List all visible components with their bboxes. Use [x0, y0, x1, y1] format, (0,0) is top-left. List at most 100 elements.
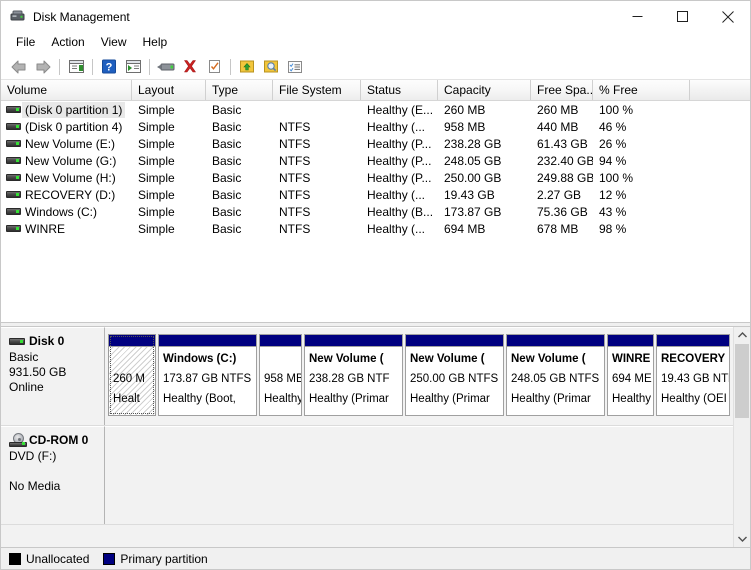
cell-type: Basic — [206, 102, 273, 118]
cell-capacity: 260 MB — [438, 102, 531, 118]
cell-volume: Windows (C:) — [1, 204, 132, 220]
partition-block[interactable]: New Volume (248.05 GB NTFSHealthy (Prima… — [506, 334, 605, 416]
list-view-icon[interactable] — [283, 56, 307, 78]
partition-block[interactable]: RECOVERY 19.43 GB NTlHealthy (OEI — [656, 334, 730, 416]
partition-block[interactable]: New Volume (238.28 GB NTFHealthy (Primar — [304, 334, 403, 416]
disk-type: DVD (F:) — [9, 449, 104, 464]
delete-volume-icon[interactable] — [178, 56, 202, 78]
cell-capacity: 19.43 GB — [438, 187, 531, 203]
column-header-capacity[interactable]: Capacity — [438, 80, 531, 100]
graphical-view-scroll-area: Disk 0Basic931.50 GBOnline 260 MHealtWin… — [1, 327, 733, 547]
table-row[interactable]: Windows (C:)SimpleBasicNTFSHealthy (B...… — [1, 203, 750, 220]
menu-help[interactable]: Help — [135, 33, 176, 53]
partition-block[interactable]: Windows (C:)173.87 GB NTFSHealthy (Boot, — [158, 334, 257, 416]
cell-file-system: NTFS — [273, 221, 361, 237]
partition-block[interactable]: 260 MHealt — [108, 334, 156, 416]
cell-type: Basic — [206, 221, 273, 237]
disk-info-panel[interactable]: Disk 0Basic931.50 GBOnline — [1, 327, 105, 425]
cell-free-space: 75.36 GB — [531, 204, 593, 220]
column-header-type[interactable]: Type — [206, 80, 273, 100]
table-row[interactable]: New Volume (H:)SimpleBasicNTFSHealthy (P… — [1, 169, 750, 186]
hard-disk-icon — [6, 206, 21, 217]
empty-partition-strip — [105, 426, 733, 524]
graphical-view-pane: Disk 0Basic931.50 GBOnline 260 MHealtWin… — [1, 327, 750, 547]
column-header-volume[interactable]: Volume — [1, 80, 132, 100]
toolbar: ? — [1, 54, 750, 80]
cell-file-system: NTFS — [273, 204, 361, 220]
hard-disk-icon — [6, 155, 21, 166]
legend-swatch-primary-partition — [103, 553, 115, 565]
partition-block[interactable]: WINRE694 MEHealthy — [607, 334, 654, 416]
hard-disk-icon — [6, 121, 21, 132]
column-header-free-space[interactable]: Free Spa... — [531, 80, 593, 100]
partition-color-bar — [109, 335, 155, 347]
svg-text:?: ? — [106, 62, 113, 74]
show-hide-console-tree-icon[interactable] — [64, 56, 88, 78]
extend-volume-icon[interactable] — [235, 56, 259, 78]
cell-volume: (Disk 0 partition 4) — [1, 119, 132, 135]
cell-layout: Simple — [132, 136, 206, 152]
close-button[interactable] — [705, 1, 750, 32]
cell-status: Healthy (... — [361, 187, 438, 203]
table-row[interactable]: (Disk 0 partition 4)SimpleBasicNTFSHealt… — [1, 118, 750, 135]
hard-disk-icon — [6, 189, 21, 200]
cell-free-space: 61.43 GB — [531, 136, 593, 152]
partition-name: WINRE — [608, 347, 653, 367]
toolbar-separator — [92, 59, 93, 75]
column-header-file-system[interactable]: File System — [273, 80, 361, 100]
rescan-disks-icon[interactable] — [154, 56, 178, 78]
disk-info-panel[interactable]: CD-ROM 0DVD (F:) No Media — [1, 426, 105, 524]
table-row[interactable]: New Volume (E:)SimpleBasicNTFSHealthy (P… — [1, 135, 750, 152]
table-row[interactable]: RECOVERY (D:)SimpleBasicNTFSHealthy (...… — [1, 186, 750, 203]
partition-block[interactable]: 958 MBHealthy — [259, 334, 302, 416]
table-row[interactable]: New Volume (G:)SimpleBasicNTFSHealthy (P… — [1, 152, 750, 169]
cell-type: Basic — [206, 119, 273, 135]
column-header-layout[interactable]: Layout — [132, 80, 206, 100]
minimize-button[interactable] — [615, 1, 660, 32]
partition-status: Healt — [109, 387, 155, 407]
partition-name: RECOVERY — [657, 347, 729, 367]
partition-block[interactable]: New Volume (250.00 GB NTFSHealthy (Prima… — [405, 334, 504, 416]
volume-name: New Volume (H:) — [21, 170, 116, 186]
volume-name: (Disk 0 partition 4) — [21, 119, 122, 135]
partition-size: 173.87 GB NTFS — [159, 367, 256, 387]
maximize-button[interactable] — [660, 1, 705, 32]
cell-capacity: 250.00 GB — [438, 170, 531, 186]
back-icon[interactable] — [7, 56, 31, 78]
cell-type: Basic — [206, 170, 273, 186]
properties-icon[interactable] — [202, 56, 226, 78]
graphical-view-scrollbar[interactable] — [733, 327, 750, 547]
disk-management-window: Disk Management File Action View Help — [0, 0, 751, 570]
column-header-percent-free[interactable]: % Free — [593, 80, 690, 100]
table-row[interactable]: WINRESimpleBasicNTFSHealthy (...694 MB67… — [1, 220, 750, 237]
cell-file-system: NTFS — [273, 136, 361, 152]
cell-status: Healthy (P... — [361, 153, 438, 169]
cell-percent-free: 12 % — [593, 187, 690, 203]
cell-status: Healthy (B... — [361, 204, 438, 220]
legend-item-primary-partition: Primary partition — [103, 552, 207, 566]
disk-name: CD-ROM 0 — [29, 433, 88, 447]
table-row[interactable]: (Disk 0 partition 1)SimpleBasicHealthy (… — [1, 101, 750, 118]
cell-layout: Simple — [132, 204, 206, 220]
explore-volume-icon[interactable] — [259, 56, 283, 78]
cell-free-space: 440 MB — [531, 119, 593, 135]
menu-view[interactable]: View — [93, 33, 135, 53]
menu-action[interactable]: Action — [43, 33, 92, 53]
scroll-up-arrow-icon[interactable] — [734, 327, 750, 344]
menu-file[interactable]: File — [8, 33, 43, 53]
scrollbar-thumb[interactable] — [735, 344, 749, 418]
disk-size: 931.50 GB — [9, 365, 104, 380]
cell-free-space: 260 MB — [531, 102, 593, 118]
cell-type: Basic — [206, 187, 273, 203]
column-header-status[interactable]: Status — [361, 80, 438, 100]
volume-name: New Volume (E:) — [21, 136, 115, 152]
partition-status: Healthy (Primar — [305, 387, 402, 407]
help-icon[interactable]: ? — [97, 56, 121, 78]
scrollbar-track[interactable] — [734, 344, 750, 530]
volume-list-header: Volume Layout Type File System Status Ca… — [1, 80, 750, 101]
partition-color-bar — [159, 335, 256, 347]
scroll-down-arrow-icon[interactable] — [734, 530, 750, 547]
forward-icon[interactable] — [31, 56, 55, 78]
partition-status: Healthy — [608, 387, 653, 407]
show-hide-action-pane-icon[interactable] — [121, 56, 145, 78]
